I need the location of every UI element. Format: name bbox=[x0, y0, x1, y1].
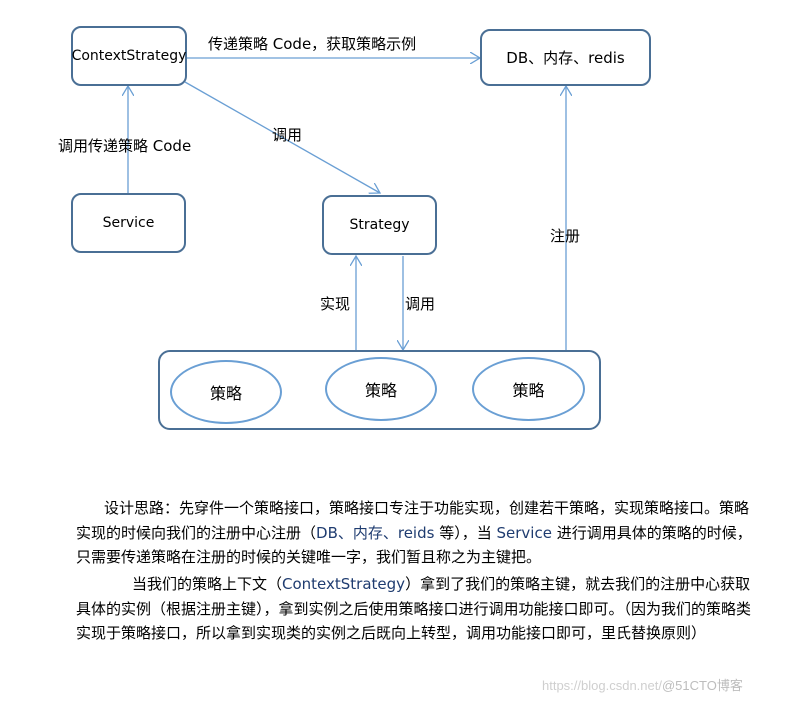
node-impl-2-label: 策略 bbox=[364, 381, 397, 400]
node-registry: DB、内存、redis bbox=[480, 29, 651, 86]
description-term-context: ContextStrategy bbox=[282, 575, 406, 593]
description-term-service: Service bbox=[496, 523, 552, 542]
description-text: 当我们的策略上下文（ bbox=[132, 575, 283, 593]
description-paragraph-1: 设计思路：先穿件一个策略接口，策略接口专注于功能实现，创建若干策略，实现策略接口… bbox=[76, 496, 756, 570]
edge-label-context-strategy: 调用 bbox=[272, 126, 303, 144]
node-impl-2: 策略 bbox=[325, 357, 437, 421]
node-impl-1-label: 策略 bbox=[209, 384, 242, 403]
node-context-strategy-label: ContextStrategy bbox=[71, 48, 187, 64]
node-impl-1: 策略 bbox=[170, 360, 282, 424]
node-impl-3: 策略 bbox=[472, 357, 585, 421]
node-service-label: Service bbox=[102, 215, 155, 231]
node-service: Service bbox=[71, 193, 186, 253]
node-strategy-label: Strategy bbox=[349, 217, 410, 233]
edge-label-service-context: 调用传递策略 Code bbox=[58, 137, 192, 155]
edge-label-impl-strategy: 实现 bbox=[320, 295, 351, 313]
watermark-url: https://blog.csdn.net/ bbox=[542, 678, 662, 693]
description-term-registry: DB、内存、reids bbox=[316, 523, 435, 542]
watermark: https://blog.csdn.net/@51CTO博客 bbox=[542, 675, 743, 694]
node-strategy: Strategy bbox=[322, 195, 437, 255]
node-context-strategy: ContextStrategy bbox=[71, 26, 187, 86]
description-paragraph-2: 当我们的策略上下文（ContextStrategy）拿到了我们的策略主键，就去我… bbox=[76, 572, 756, 646]
edge-label-strategy-impl: 调用 bbox=[405, 295, 436, 313]
description-text: 等），当 bbox=[434, 523, 497, 542]
edge-label-impl-registry: 注册 bbox=[550, 227, 581, 245]
node-impl-3-label: 策略 bbox=[512, 381, 545, 400]
node-registry-label: DB、内存、redis bbox=[506, 49, 625, 67]
edge-label-context-registry: 传递策略 Code，获取策略示例 bbox=[208, 35, 417, 53]
watermark-brand: @51CTO博客 bbox=[661, 678, 743, 693]
